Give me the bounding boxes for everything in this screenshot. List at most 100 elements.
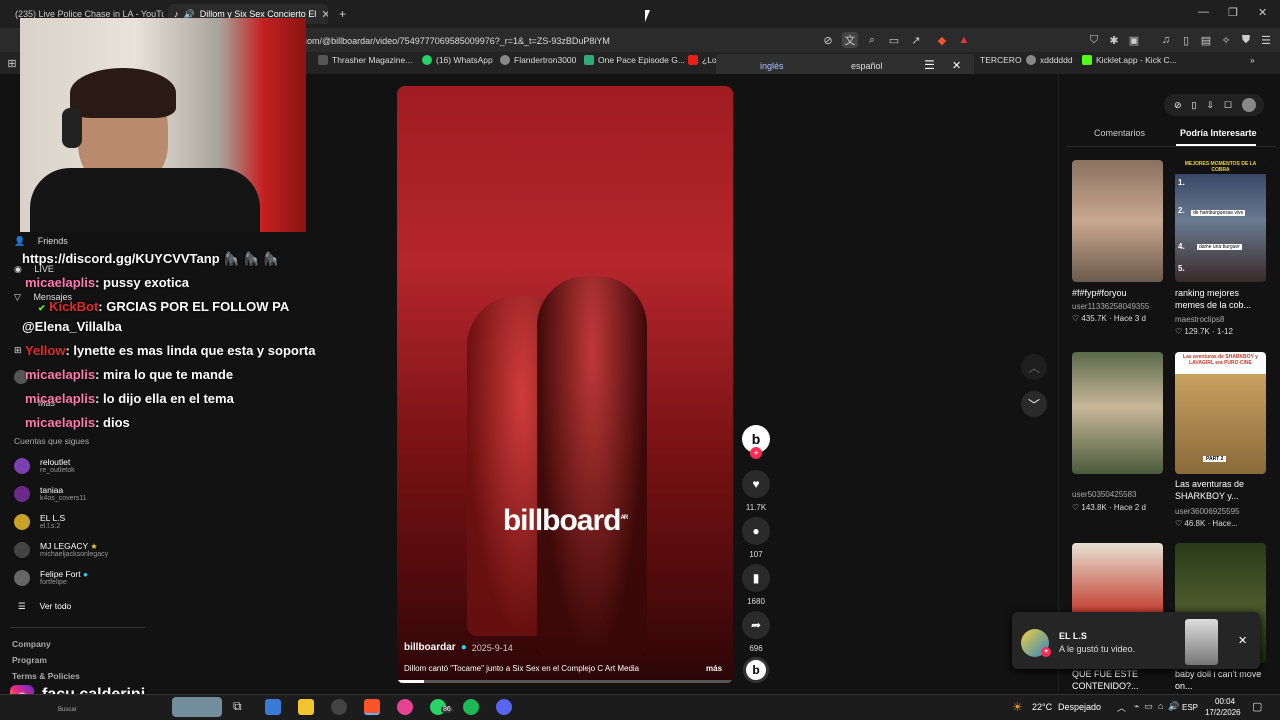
save-button[interactable]: ▮ (742, 564, 770, 592)
minimize-button[interactable]: — (1198, 6, 1209, 18)
share-icon[interactable]: ↗ (908, 32, 924, 48)
recommendation-user[interactable]: maestroclips8 (1175, 315, 1224, 324)
more-bookmarks-icon[interactable]: » (1250, 55, 1255, 65)
more-link[interactable]: más (706, 664, 722, 673)
tab-interesting[interactable]: Podría Interesarte (1180, 128, 1257, 138)
recommendation-thumbnail[interactable]: MEJORES MOMENTOS DE LA COBRA 1. 2. de ha… (1175, 160, 1266, 282)
following-item[interactable]: Felipe Fort ● fortfelipe (14, 569, 88, 586)
compass-icon[interactable]: ⊘ (1174, 100, 1182, 111)
footer-link[interactable]: Program (12, 655, 47, 665)
rewards-icon[interactable]: ▲ (956, 32, 972, 48)
cast-icon[interactable]: ▭ (886, 32, 902, 48)
recommendation-title[interactable]: ranking mejores memes de la cob... (1175, 288, 1266, 311)
app-icon[interactable] (397, 699, 413, 715)
close-icon[interactable]: ✕ (1238, 634, 1247, 647)
leo-icon[interactable]: ✧ (1218, 32, 1234, 48)
footer-link[interactable]: Company (12, 639, 51, 649)
taskbar-search[interactable]: Buscar (58, 707, 77, 713)
video-progress[interactable] (397, 680, 733, 683)
brave-icon[interactable] (364, 699, 380, 715)
close-window-button[interactable]: ✕ (1258, 6, 1267, 19)
recommendation-thumbnail[interactable] (1072, 352, 1163, 474)
task-view-icon[interactable]: ⧉ (233, 699, 242, 714)
new-tab-button[interactable]: + (333, 4, 352, 24)
footer-link[interactable]: Terms & Policies (12, 671, 80, 681)
spotify-icon[interactable] (463, 699, 479, 715)
app-icon[interactable] (331, 699, 347, 715)
maximize-button[interactable]: ❐ (1228, 6, 1238, 19)
translate-from-tab[interactable]: inglés (760, 61, 784, 71)
recommendation-title[interactable]: Las aventuras de SHARKBOY y... (1175, 479, 1266, 502)
profile-avatar[interactable] (1242, 98, 1257, 112)
recommendation-user[interactable]: user11336258049355 (1072, 302, 1149, 311)
options-icon[interactable]: ☰ (924, 58, 935, 72)
close-tab-icon[interactable]: ✕ (321, 8, 328, 21)
store-icon[interactable] (265, 699, 281, 715)
share-button[interactable]: ➦ (742, 611, 770, 639)
tab-comments[interactable]: Comentarios (1094, 128, 1145, 138)
nav-friends[interactable]: 👤 Friends (14, 236, 68, 247)
inbox-icon[interactable]: ☐ (1224, 100, 1232, 111)
wallet-icon[interactable]: ▤ (1198, 32, 1214, 48)
bookmark-item[interactable]: xdddddd (1026, 55, 1073, 65)
tray-chevron-icon[interactable]: ︿ (1117, 701, 1126, 714)
zoom-icon[interactable]: ⌕ (864, 32, 880, 48)
next-video-button[interactable]: ﹀ (1021, 391, 1047, 417)
device-icon[interactable]: ▯ (1192, 100, 1197, 111)
see-all-link[interactable]: ☰ Ver todo (18, 601, 71, 612)
recommendation-thumbnail[interactable] (1072, 160, 1163, 282)
previous-video-button[interactable]: ︿ (1021, 354, 1047, 380)
tray-icons[interactable]: ⌁▭⌂🔊 (1134, 701, 1185, 712)
heart-outline-icon: ♡ (1072, 314, 1080, 323)
video-player[interactable]: billboardAR billboardar ● 2025-9-14 Dill… (397, 86, 733, 684)
bookmark-item[interactable]: Kicklet.app - Kick C... (1082, 55, 1177, 65)
translate-to-tab[interactable]: español (851, 61, 883, 71)
bookmark-item[interactable]: Thrasher Magazine... (318, 55, 412, 65)
like-button[interactable]: ♥ (742, 470, 770, 498)
menu-icon[interactable]: ☰ (1258, 32, 1274, 48)
download-icon[interactable]: ⇩ (1207, 100, 1215, 111)
file-explorer-icon[interactable] (298, 699, 314, 715)
sidebar-toggle-icon[interactable]: ▯ (1178, 32, 1194, 48)
brave-shield-icon[interactable]: ◆ (934, 32, 950, 48)
vpn-icon[interactable]: ⛊ (1238, 32, 1254, 48)
clock-date[interactable]: 17/2/2026 (1205, 708, 1241, 717)
recommendation-title[interactable]: baby doll i can't move on... (1175, 669, 1266, 693)
bookmark-item[interactable]: (16) WhatsApp (422, 55, 493, 65)
recommendation-user[interactable]: user50350425583 (1072, 490, 1137, 499)
input-language[interactable]: ESP (1182, 703, 1198, 712)
reader-off-icon[interactable]: ⊘ (820, 32, 836, 48)
follow-plus-icon[interactable]: + (750, 447, 762, 459)
bookmark-item[interactable]: One Pace Episode G... (584, 55, 685, 65)
discord-icon[interactable] (496, 699, 512, 715)
post-age: Hace... (1212, 519, 1238, 528)
like-count: 11.7K (745, 503, 767, 512)
weather-temp[interactable]: 22°C (1032, 702, 1052, 712)
weather-desc[interactable]: Despejado (1058, 702, 1101, 712)
following-item[interactable]: EL L.S el.l.s.2 (14, 513, 65, 530)
notification-toast[interactable]: ♥ EL L.S A le gustó tu video. ✕ (1012, 612, 1260, 669)
bookmark-item[interactable]: TERCERO (980, 55, 1022, 65)
music-icon[interactable]: ♫ (1158, 32, 1174, 48)
translate-icon[interactable]: 文 (842, 32, 858, 48)
shield-icon[interactable]: ⛉ (1086, 32, 1102, 48)
recommendation-thumbnail[interactable]: Las aventuras de SHARKBOY y LAVAGIRL era… (1175, 352, 1266, 474)
comment-button[interactable]: ● (742, 517, 770, 545)
apps-grid-icon[interactable]: ⊞ (4, 55, 20, 71)
bookmark-item[interactable]: ¿Lo (688, 55, 717, 65)
clock-time[interactable]: 00:04 (1215, 697, 1235, 706)
recommendation-title[interactable]: #f#fyp#foryou (1072, 288, 1163, 300)
screenshot-icon[interactable]: ▣ (1126, 32, 1142, 48)
bookmark-item[interactable]: Flandertron3000 (500, 55, 576, 65)
following-item[interactable]: reloutlet re_outletok (14, 457, 75, 474)
notifications-icon[interactable]: ▢ (1252, 700, 1262, 713)
close-icon[interactable]: ✕ (952, 59, 961, 72)
video-author[interactable]: billboardar ● 2025-9-14 (404, 642, 513, 653)
recommendation-user[interactable]: user36006925595 (1175, 507, 1240, 516)
nav-upload-icon[interactable]: ⊞ (14, 345, 22, 356)
following-item[interactable]: taniaa k4os_covers11 (14, 485, 87, 502)
sound-disc-icon[interactable]: b (743, 657, 769, 683)
extensions-icon[interactable]: ✱ (1106, 32, 1122, 48)
recommendation-title[interactable]: QUE FUE ESTE CONTENIDO?... (1072, 669, 1163, 693)
following-item[interactable]: MJ LEGACY ★ michaeljacksonlegacy (14, 541, 108, 558)
